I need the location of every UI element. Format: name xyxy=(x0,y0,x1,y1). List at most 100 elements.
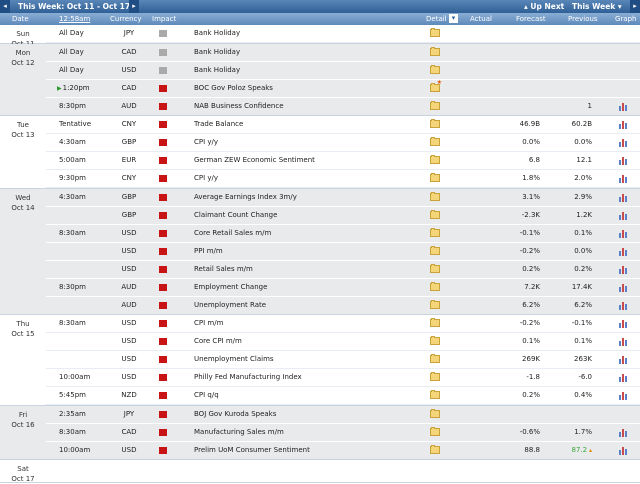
event-title[interactable]: Core Retail Sales m/m xyxy=(194,225,271,242)
event-title[interactable]: Bank Holiday xyxy=(194,25,240,42)
bar-chart-icon[interactable] xyxy=(619,391,629,400)
current-time-link[interactable]: 12:58am xyxy=(59,13,90,25)
event-row[interactable]: USD PPI m/m -0.2% 0.0% xyxy=(46,243,640,261)
event-title[interactable]: Unemployment Rate xyxy=(194,297,266,314)
event-title[interactable]: PPI m/m xyxy=(194,243,223,260)
bar-chart-icon[interactable] xyxy=(619,319,629,328)
event-row[interactable]: AUD Unemployment Rate 6.2% 6.2% xyxy=(46,297,640,314)
event-title[interactable]: Bank Holiday xyxy=(194,62,240,79)
event-detail-button[interactable] xyxy=(430,210,440,219)
event-row[interactable]: 8:30am USD CPI m/m -0.2% -0.1% xyxy=(46,315,640,333)
event-title[interactable]: Retail Sales m/m xyxy=(194,261,253,278)
week-selector[interactable]: This Week: Oct 11 - Oct 17▾ xyxy=(18,0,137,13)
bar-chart-icon[interactable] xyxy=(619,301,629,310)
event-row[interactable]: 9:30pm CNY CPI y/y 1.8% 2.0% xyxy=(46,170,640,188)
bar-chart-icon[interactable] xyxy=(619,355,629,364)
event-detail-button[interactable] xyxy=(430,101,440,110)
event-detail-button[interactable] xyxy=(430,390,440,399)
event-row[interactable]: USD Retail Sales m/m 0.2% 0.2% xyxy=(46,261,640,279)
event-row[interactable]: 4:30am GBP Average Earnings Index 3m/y 3.1%… xyxy=(46,189,640,207)
event-title[interactable]: Bank Holiday xyxy=(194,44,240,61)
event-detail-button[interactable] xyxy=(430,192,440,201)
event-row[interactable]: 8:30pm AUD Employment Change 7.2K 17.4K xyxy=(46,279,640,297)
bar-chart-icon[interactable] xyxy=(619,283,629,292)
event-row[interactable]: All Day USD Bank Holiday xyxy=(46,62,640,80)
bar-chart-icon[interactable] xyxy=(619,120,629,129)
bar-chart-icon[interactable] xyxy=(619,337,629,346)
bar-chart-icon[interactable] xyxy=(619,229,629,238)
event-detail-button[interactable] xyxy=(430,246,440,255)
event-detail-button[interactable] xyxy=(430,372,440,381)
event-detail-button[interactable] xyxy=(430,318,440,327)
bar-chart-icon[interactable] xyxy=(619,265,629,274)
event-row[interactable]: 4:30am GBP CPI y/y 0.0% 0.0% xyxy=(46,134,640,152)
bar-chart-icon[interactable] xyxy=(619,193,629,202)
event-row[interactable]: ▶1:20pm CAD BOC Gov Poloz Speaks xyxy=(46,80,640,98)
event-detail-button[interactable] xyxy=(430,28,440,37)
filter-icon[interactable]: ▾ xyxy=(449,14,458,23)
event-detail-button[interactable] xyxy=(430,282,440,291)
event-detail-button[interactable] xyxy=(430,445,440,454)
event-row[interactable]: 10:00am USD Philly Fed Manufacturing Index… xyxy=(46,369,640,387)
event-title[interactable]: CPI q/q xyxy=(194,387,219,404)
folder-icon xyxy=(430,210,440,219)
event-detail-button[interactable] xyxy=(430,336,440,345)
event-row[interactable]: 5:00am EUR German ZEW Economic Sentiment 6.… xyxy=(46,152,640,170)
event-title[interactable]: Core CPI m/m xyxy=(194,333,242,350)
bar-chart-icon[interactable] xyxy=(619,138,629,147)
bar-chart-icon[interactable] xyxy=(619,174,629,183)
event-detail-button[interactable] xyxy=(430,228,440,237)
event-row[interactable]: Tentative CNY Trade Balance 46.9B 60.2B xyxy=(46,116,640,134)
event-title[interactable]: Manufacturing Sales m/m xyxy=(194,424,284,441)
event-detail-button[interactable] xyxy=(430,47,440,56)
event-detail-button[interactable] xyxy=(430,354,440,363)
bar-chart-icon[interactable] xyxy=(619,247,629,256)
event-row[interactable]: 8:30pm AUD NAB Business Confidence 1 xyxy=(46,98,640,115)
event-detail-button[interactable] xyxy=(430,300,440,309)
bar-chart-icon[interactable] xyxy=(619,102,629,111)
event-row[interactable]: 2:35am JPY BOJ Gov Kuroda Speaks xyxy=(46,406,640,424)
event-row[interactable]: 10:00am USD Prelim UoM Consumer Sentiment 8… xyxy=(46,442,640,459)
bar-chart-icon[interactable] xyxy=(619,428,629,437)
up-next-button[interactable]: ▴ Up Next xyxy=(524,0,564,13)
event-row[interactable]: 5:45pm NZD CPI q/q 0.2% 0.4% xyxy=(46,387,640,405)
event-detail-button[interactable] xyxy=(430,264,440,273)
event-title[interactable]: BOC Gov Poloz Speaks xyxy=(194,80,273,97)
event-title[interactable]: Average Earnings Index 3m/y xyxy=(194,189,297,206)
this-week-dropdown[interactable]: This Week ▾ xyxy=(572,0,622,13)
event-title[interactable]: NAB Business Confidence xyxy=(194,98,284,115)
event-row[interactable]: GBP Claimant Count Change -2.3K 1.2K xyxy=(46,207,640,225)
event-detail-button[interactable] xyxy=(430,137,440,146)
event-title[interactable]: German ZEW Economic Sentiment xyxy=(194,152,315,169)
event-detail-button[interactable] xyxy=(430,173,440,182)
event-title[interactable]: CPI y/y xyxy=(194,134,218,151)
event-title[interactable]: Claimant Count Change xyxy=(194,207,277,224)
event-row[interactable]: USD Unemployment Claims 269K 263K xyxy=(46,351,640,369)
event-detail-button[interactable] xyxy=(430,155,440,164)
bar-chart-icon[interactable] xyxy=(619,373,629,382)
event-detail-button[interactable] xyxy=(430,80,442,92)
bar-chart-icon[interactable] xyxy=(619,446,629,455)
event-title[interactable]: Philly Fed Manufacturing Index xyxy=(194,369,302,386)
event-detail-button[interactable] xyxy=(430,409,440,418)
prev-week-button[interactable]: ◂ xyxy=(0,0,10,13)
event-row[interactable]: All Day JPY Bank Holiday xyxy=(46,25,640,43)
event-title[interactable]: Employment Change xyxy=(194,279,267,296)
event-row[interactable]: USD Core CPI m/m 0.1% 0.1% xyxy=(46,333,640,351)
event-detail-button[interactable] xyxy=(430,65,440,74)
next-button[interactable]: ▸ xyxy=(630,0,640,13)
event-title[interactable]: CPI y/y xyxy=(194,170,218,187)
next-week-button[interactable]: ▸ xyxy=(129,0,139,13)
event-title[interactable]: Prelim UoM Consumer Sentiment xyxy=(194,442,310,459)
bar-chart-icon[interactable] xyxy=(619,211,629,220)
event-row[interactable]: All Day CAD Bank Holiday xyxy=(46,44,640,62)
bar-chart-icon[interactable] xyxy=(619,156,629,165)
event-title[interactable]: BOJ Gov Kuroda Speaks xyxy=(194,406,276,423)
event-title[interactable]: Unemployment Claims xyxy=(194,351,274,368)
event-detail-button[interactable] xyxy=(430,119,440,128)
event-row[interactable]: 8:30am CAD Manufacturing Sales m/m -0.6% 1.7… xyxy=(46,424,640,442)
event-title[interactable]: CPI m/m xyxy=(194,315,223,332)
event-title[interactable]: Trade Balance xyxy=(194,116,243,133)
event-detail-button[interactable] xyxy=(430,427,440,436)
event-row[interactable]: 8:30am USD Core Retail Sales m/m -0.1% 0.1% xyxy=(46,225,640,243)
